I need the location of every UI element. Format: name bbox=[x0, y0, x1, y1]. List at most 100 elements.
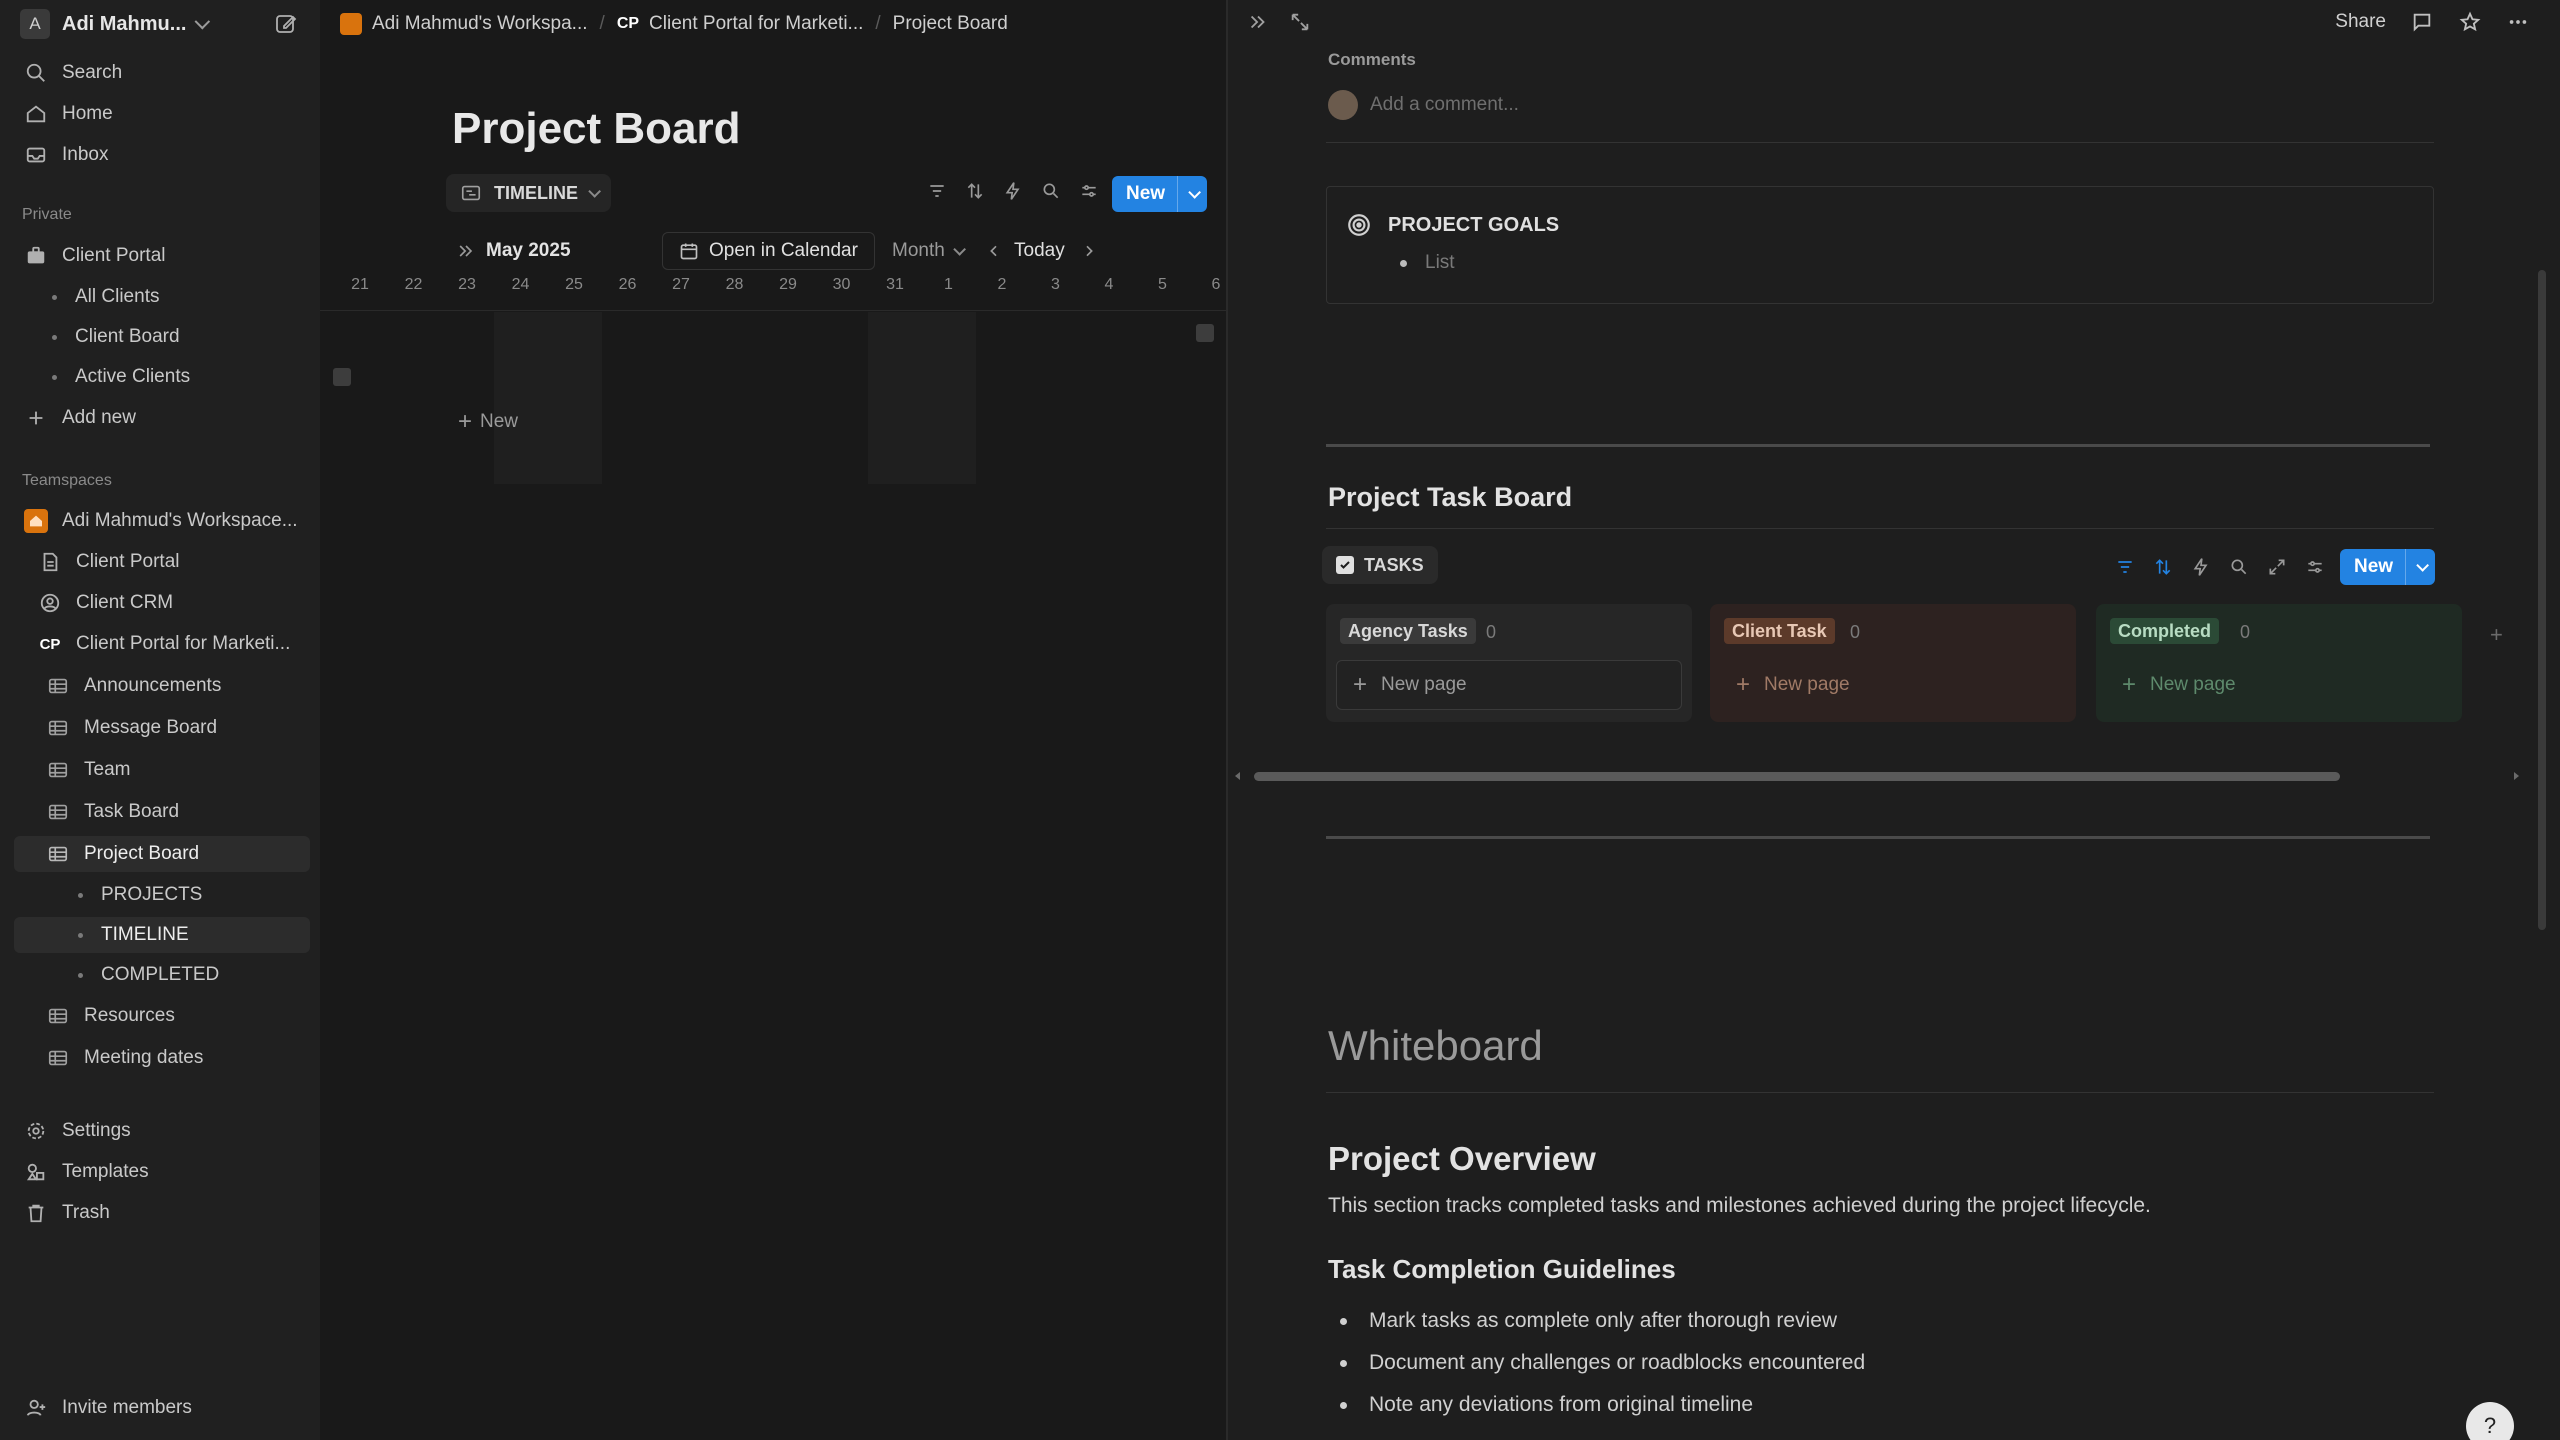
chevron-down-icon bbox=[1188, 185, 1202, 199]
breadcrumb-label: Project Board bbox=[892, 13, 1008, 34]
new-dropdown[interactable] bbox=[1177, 176, 1207, 212]
sidebar-item-add-new[interactable]: Add new bbox=[14, 400, 310, 436]
new-page-button[interactable]: + New page bbox=[2106, 660, 2452, 710]
sidebar-item-all-clients[interactable]: All Clients bbox=[14, 279, 310, 315]
cp-badge: CP bbox=[616, 15, 640, 32]
sidebar-item-trash[interactable]: Trash bbox=[14, 1195, 310, 1231]
sidebar-item-resources[interactable]: Resources bbox=[14, 998, 310, 1034]
workspace-switcher[interactable]: A Adi Mahmu... bbox=[20, 8, 310, 40]
lightning-icon[interactable] bbox=[1002, 180, 1024, 202]
comment-icon[interactable] bbox=[2410, 10, 2434, 34]
sidebar-item-project-board[interactable]: Project Board bbox=[14, 836, 310, 872]
sidebar-item-label: COMPLETED bbox=[101, 964, 220, 985]
sidebar-item-announcements[interactable]: Announcements bbox=[14, 668, 310, 704]
column-count: 0 bbox=[2240, 622, 2251, 642]
sidebar-item-view-timeline[interactable]: TIMELINE bbox=[14, 917, 310, 953]
bullet-icon bbox=[78, 932, 83, 938]
settings-sliders-icon[interactable] bbox=[1078, 180, 1100, 202]
new-button[interactable]: New bbox=[1112, 176, 1208, 212]
table-icon bbox=[46, 1004, 70, 1028]
invite-members-button[interactable]: Invite members bbox=[14, 1390, 310, 1426]
sidebar-item-active-clients[interactable]: Active Clients bbox=[14, 359, 310, 395]
expand-icon[interactable] bbox=[2266, 556, 2288, 578]
timeline-day-label: 24 bbox=[511, 276, 530, 293]
new-page-button[interactable]: + New page bbox=[1720, 660, 2066, 710]
timeline-new-button[interactable]: + New bbox=[458, 408, 518, 436]
sidebar-item-client-crm[interactable]: Client CRM bbox=[14, 585, 310, 621]
table-icon bbox=[46, 842, 70, 866]
breadcrumb-workspace[interactable]: Adi Mahmud's Workspa... bbox=[340, 13, 588, 35]
sidebar-item-label: Task Board bbox=[84, 801, 180, 822]
sidebar-item-search[interactable]: Search bbox=[14, 55, 310, 91]
timeline-scale-select[interactable]: Month bbox=[892, 232, 1002, 270]
new-page-button[interactable]: + New page bbox=[1336, 660, 1682, 710]
chevron-down-icon bbox=[953, 242, 966, 256]
timeline-month[interactable]: May 2025 bbox=[456, 232, 571, 270]
sidebar-item-home[interactable]: Home bbox=[14, 96, 310, 132]
scroll-right-icon[interactable] bbox=[1196, 324, 1214, 342]
sidebar-item-team[interactable]: Team bbox=[14, 752, 310, 788]
column-tag[interactable]: Completed bbox=[2110, 618, 2220, 644]
scroll-left-arrow-icon[interactable] bbox=[1232, 770, 1244, 782]
timeline-day-label: 1 bbox=[944, 276, 953, 293]
sidebar-item-cp-portal[interactable]: CP Client Portal for Marketi... bbox=[14, 626, 310, 662]
sidebar-item-client-board[interactable]: Client Board bbox=[14, 319, 310, 355]
bullet-icon bbox=[1340, 1359, 1347, 1367]
view-tab-timeline[interactable]: TIMELINE bbox=[446, 174, 611, 212]
scroll-left-icon[interactable] bbox=[333, 368, 351, 386]
more-icon[interactable] bbox=[2506, 10, 2530, 34]
sidebar-item-label: PROJECTS bbox=[101, 884, 203, 905]
comment-input[interactable]: Add a comment... bbox=[1370, 94, 1519, 116]
chevron-left-icon[interactable] bbox=[986, 243, 1002, 259]
settings-sliders-icon[interactable] bbox=[2304, 556, 2326, 578]
board-column-client: Client Task 0 + New page bbox=[1710, 604, 2076, 722]
breadcrumb-separator: / bbox=[875, 13, 881, 34]
list-item: Note any deviations from original timeli… bbox=[1340, 1384, 1865, 1426]
section-divider bbox=[1326, 444, 2430, 447]
sidebar-item-teamspace[interactable]: Adi Mahmud's Workspace... bbox=[14, 503, 310, 539]
briefcase-icon bbox=[24, 244, 48, 268]
today-button[interactable]: Today bbox=[1014, 232, 1097, 270]
task-new-button[interactable]: New bbox=[2340, 549, 2436, 585]
peek-scrollbar[interactable] bbox=[2538, 270, 2546, 930]
goals-list-item[interactable]: List bbox=[1400, 252, 1455, 274]
open-in-calendar-button[interactable]: Open in Calendar bbox=[662, 232, 875, 270]
sort-icon[interactable] bbox=[964, 180, 986, 202]
sort-icon[interactable] bbox=[2152, 556, 2174, 578]
lightning-icon[interactable] bbox=[2190, 556, 2212, 578]
filter-icon[interactable] bbox=[2114, 556, 2136, 578]
sidebar-item-task-board[interactable]: Task Board bbox=[14, 794, 310, 830]
share-button[interactable]: Share bbox=[2335, 11, 2386, 33]
breadcrumb-portal[interactable]: CP Client Portal for Marketi... bbox=[617, 13, 864, 35]
star-icon[interactable] bbox=[2458, 10, 2482, 34]
column-tag[interactable]: Agency Tasks bbox=[1340, 618, 1476, 644]
board-scrollbar-thumb[interactable] bbox=[1254, 772, 2340, 781]
column-count: 0 bbox=[1486, 622, 1497, 642]
sidebar-item-view-projects[interactable]: PROJECTS bbox=[14, 877, 310, 913]
sidebar-item-ts-client-portal[interactable]: Client Portal bbox=[14, 544, 310, 580]
compose-icon[interactable] bbox=[274, 12, 298, 36]
view-tab-tasks[interactable]: TASKS bbox=[1322, 546, 1438, 584]
sidebar-item-settings[interactable]: Settings bbox=[14, 1113, 310, 1149]
double-chevron-right-icon[interactable] bbox=[1246, 10, 1270, 34]
scroll-right-arrow-icon[interactable] bbox=[2510, 770, 2522, 782]
filter-icon[interactable] bbox=[926, 180, 948, 202]
search-icon[interactable] bbox=[1040, 180, 1062, 202]
sidebar-item-client-portal[interactable]: Client Portal bbox=[14, 238, 310, 274]
view-tab-label: TASKS bbox=[1364, 554, 1424, 575]
sidebar-item-view-completed[interactable]: COMPLETED bbox=[14, 957, 310, 993]
sidebar-item-templates[interactable]: Templates bbox=[14, 1154, 310, 1190]
column-tag[interactable]: Client Task bbox=[1724, 618, 1835, 644]
gear-icon bbox=[24, 1119, 48, 1143]
sidebar-item-meeting-dates[interactable]: Meeting dates bbox=[14, 1040, 310, 1076]
add-group-icon[interactable]: + bbox=[2490, 622, 2503, 648]
sidebar-item-inbox[interactable]: Inbox bbox=[14, 137, 310, 173]
sidebar-item-message-board[interactable]: Message Board bbox=[14, 710, 310, 746]
peek-controls bbox=[1246, 10, 1312, 34]
chevron-right-icon[interactable] bbox=[1081, 243, 1097, 259]
breadcrumb-current[interactable]: Project Board bbox=[893, 13, 1008, 35]
expand-icon[interactable] bbox=[1288, 10, 1312, 34]
bullet-icon bbox=[1340, 1401, 1347, 1409]
new-dropdown[interactable] bbox=[2405, 549, 2435, 585]
search-icon[interactable] bbox=[2228, 556, 2250, 578]
